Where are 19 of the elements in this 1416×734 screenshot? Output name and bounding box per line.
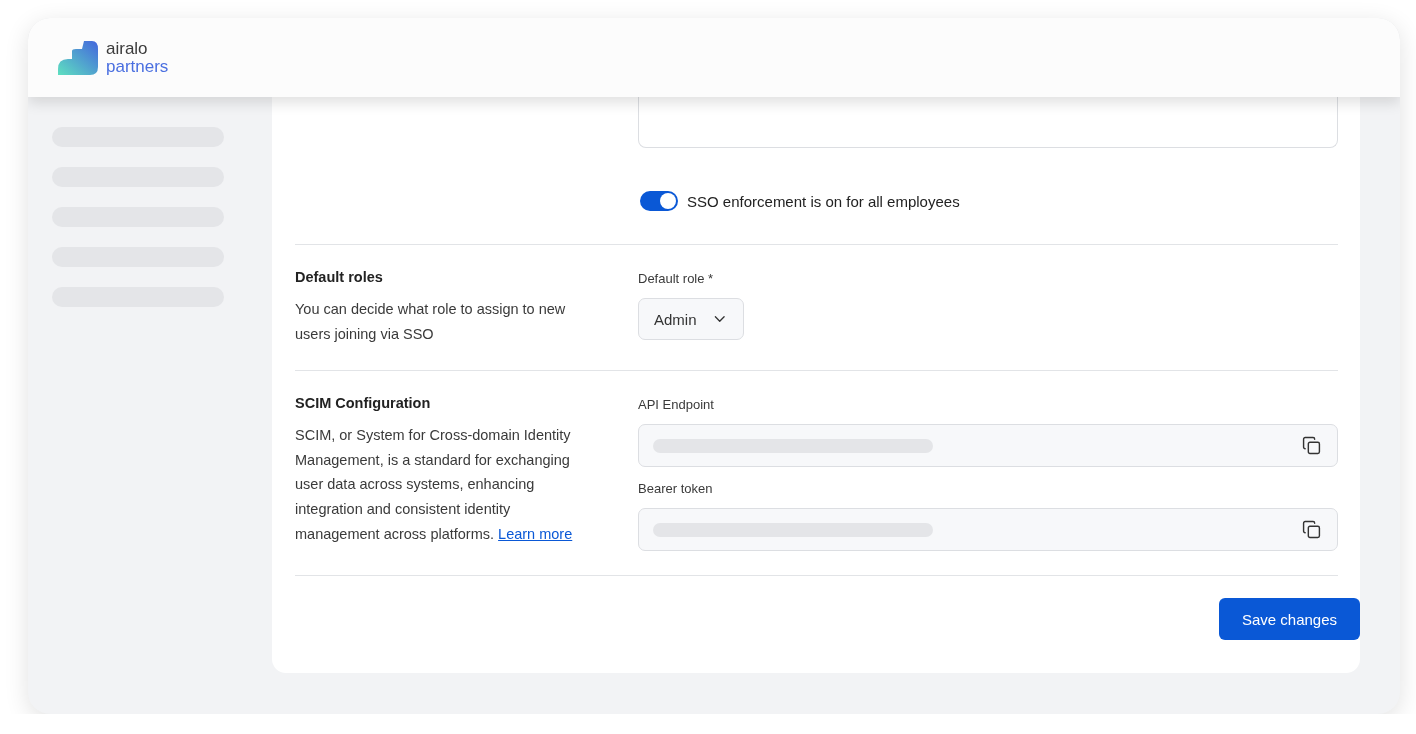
read-only-field[interactable] xyxy=(638,508,1338,552)
logo-icon xyxy=(58,40,100,75)
brand-name: airalo xyxy=(106,39,149,58)
copy-icon[interactable] xyxy=(1302,520,1321,540)
role-select[interactable]: Admin xyxy=(638,298,744,340)
section-title: SCIM Configuration xyxy=(295,395,432,412)
toggle-label: SSO enforcement is on for all employees xyxy=(687,192,960,210)
field-label: Default role * xyxy=(638,271,715,286)
save-button[interactable]: Save changes xyxy=(1219,598,1360,641)
toggle-switch[interactable] xyxy=(640,191,678,211)
section-title: Default roles xyxy=(295,269,384,285)
read-only-field[interactable] xyxy=(638,424,1338,468)
copy-icon[interactable] xyxy=(1302,436,1321,456)
section-description: You can decide what role to assign to new users joining via SSO xyxy=(295,300,567,344)
section-description: SCIM, or System for Cross-domain Identity Management, is a standard for exchanging user data across systems, enhancing integration and consistent identity management across platforms. Learn more xyxy=(295,426,574,544)
field-label: Bearer token xyxy=(638,481,714,497)
brand-subtitle: partners xyxy=(106,57,169,76)
learn-more-link[interactable]: Learn more xyxy=(498,525,573,542)
field-label: API Endpoint xyxy=(638,397,715,413)
